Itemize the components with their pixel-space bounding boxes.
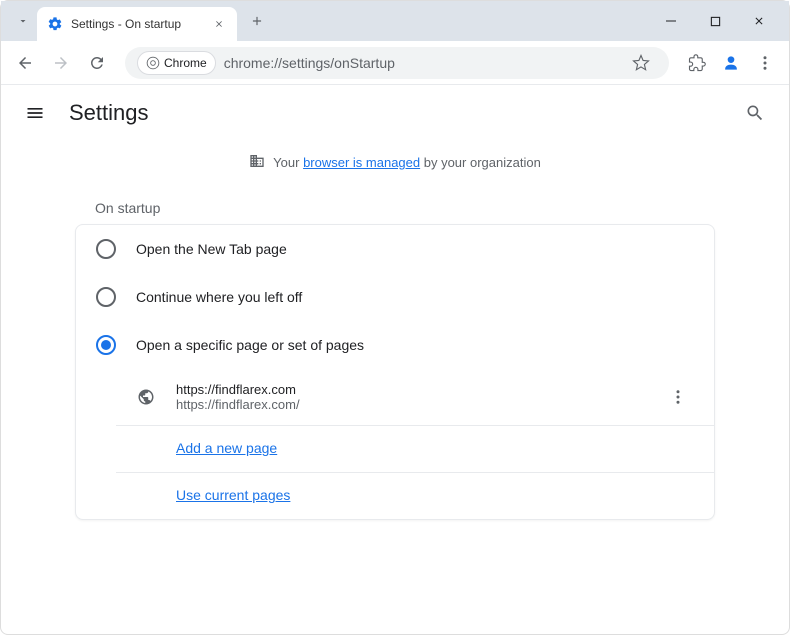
tab-search-dropdown[interactable] bbox=[9, 7, 37, 35]
radio-icon bbox=[96, 287, 116, 307]
radio-continue[interactable]: Continue where you left off bbox=[76, 273, 714, 321]
new-tab-button[interactable] bbox=[243, 7, 271, 35]
maximize-icon bbox=[710, 16, 721, 27]
settings-header: Settings bbox=[1, 85, 789, 141]
radio-new-tab[interactable]: Open the New Tab page bbox=[76, 225, 714, 273]
settings-content: Your browser is managed by your organiza… bbox=[1, 141, 789, 520]
page-item-menu-button[interactable] bbox=[662, 381, 694, 413]
arrow-left-icon bbox=[16, 54, 34, 72]
tab-title: Settings - On startup bbox=[71, 17, 203, 31]
hamburger-icon bbox=[25, 103, 45, 123]
radio-specific-pages[interactable]: Open a specific page or set of pages bbox=[76, 321, 714, 369]
chrome-menu-button[interactable] bbox=[749, 47, 781, 79]
extension-icon bbox=[688, 54, 706, 72]
radio-label: Open a specific page or set of pages bbox=[136, 337, 364, 353]
on-startup-section: On startup Open the New Tab page Continu… bbox=[75, 192, 715, 520]
chrome-chip-label: Chrome bbox=[164, 56, 207, 70]
minimize-button[interactable] bbox=[657, 7, 685, 35]
use-current-pages-link[interactable]: Use current pages bbox=[176, 487, 290, 503]
managed-link[interactable]: browser is managed bbox=[303, 155, 420, 170]
startup-options-card: Open the New Tab page Continue where you… bbox=[75, 224, 715, 520]
building-icon bbox=[249, 153, 265, 172]
settings-search-button[interactable] bbox=[737, 95, 773, 131]
address-bar[interactable]: Chrome chrome://settings/onStartup bbox=[125, 47, 669, 79]
use-current-row: Use current pages bbox=[116, 472, 714, 519]
page-url: https://findflarex.com/ bbox=[176, 397, 642, 412]
globe-icon bbox=[136, 387, 156, 407]
more-vert-icon bbox=[756, 54, 774, 72]
section-title: On startup bbox=[75, 192, 715, 224]
tab-close-button[interactable] bbox=[211, 16, 227, 32]
star-icon bbox=[632, 54, 650, 72]
close-icon bbox=[214, 19, 224, 29]
profile-icon bbox=[721, 53, 741, 73]
extensions-button[interactable] bbox=[681, 47, 713, 79]
settings-gear-icon bbox=[47, 16, 63, 32]
url-text: chrome://settings/onStartup bbox=[224, 55, 617, 71]
radio-icon-selected bbox=[96, 335, 116, 355]
close-icon bbox=[753, 15, 765, 27]
chrome-chip: Chrome bbox=[137, 51, 216, 75]
page-info: https://findflarex.com https://findflare… bbox=[176, 382, 642, 412]
page-name: https://findflarex.com bbox=[176, 382, 642, 397]
profile-button[interactable] bbox=[717, 49, 745, 77]
minimize-icon bbox=[665, 15, 677, 27]
browser-tab[interactable]: Settings - On startup bbox=[37, 7, 237, 41]
chevron-down-icon bbox=[17, 15, 29, 27]
page-title: Settings bbox=[69, 100, 149, 126]
radio-icon bbox=[96, 239, 116, 259]
radio-label: Continue where you left off bbox=[136, 289, 302, 305]
bookmark-button[interactable] bbox=[625, 47, 657, 79]
arrow-right-icon bbox=[52, 54, 70, 72]
radio-label: Open the New Tab page bbox=[136, 241, 287, 257]
forward-button[interactable] bbox=[45, 47, 77, 79]
back-button[interactable] bbox=[9, 47, 41, 79]
add-page-row: Add a new page bbox=[116, 425, 714, 472]
managed-banner: Your browser is managed by your organiza… bbox=[249, 141, 541, 184]
settings-menu-button[interactable] bbox=[17, 95, 53, 131]
chrome-icon bbox=[146, 56, 160, 70]
url-bar: Chrome chrome://settings/onStartup bbox=[1, 41, 789, 85]
managed-text: Your browser is managed by your organiza… bbox=[273, 155, 541, 170]
startup-pages-list: https://findflarex.com https://findflare… bbox=[76, 369, 714, 519]
plus-icon bbox=[250, 14, 264, 28]
window-controls bbox=[657, 7, 781, 35]
reload-button[interactable] bbox=[81, 47, 113, 79]
close-window-button[interactable] bbox=[745, 7, 773, 35]
reload-icon bbox=[88, 54, 106, 72]
more-vert-icon bbox=[669, 388, 687, 406]
startup-page-item: https://findflarex.com https://findflare… bbox=[116, 369, 714, 425]
add-new-page-link[interactable]: Add a new page bbox=[176, 440, 277, 456]
window-titlebar: Settings - On startup bbox=[1, 1, 789, 41]
search-icon bbox=[745, 103, 765, 123]
maximize-button[interactable] bbox=[701, 7, 729, 35]
